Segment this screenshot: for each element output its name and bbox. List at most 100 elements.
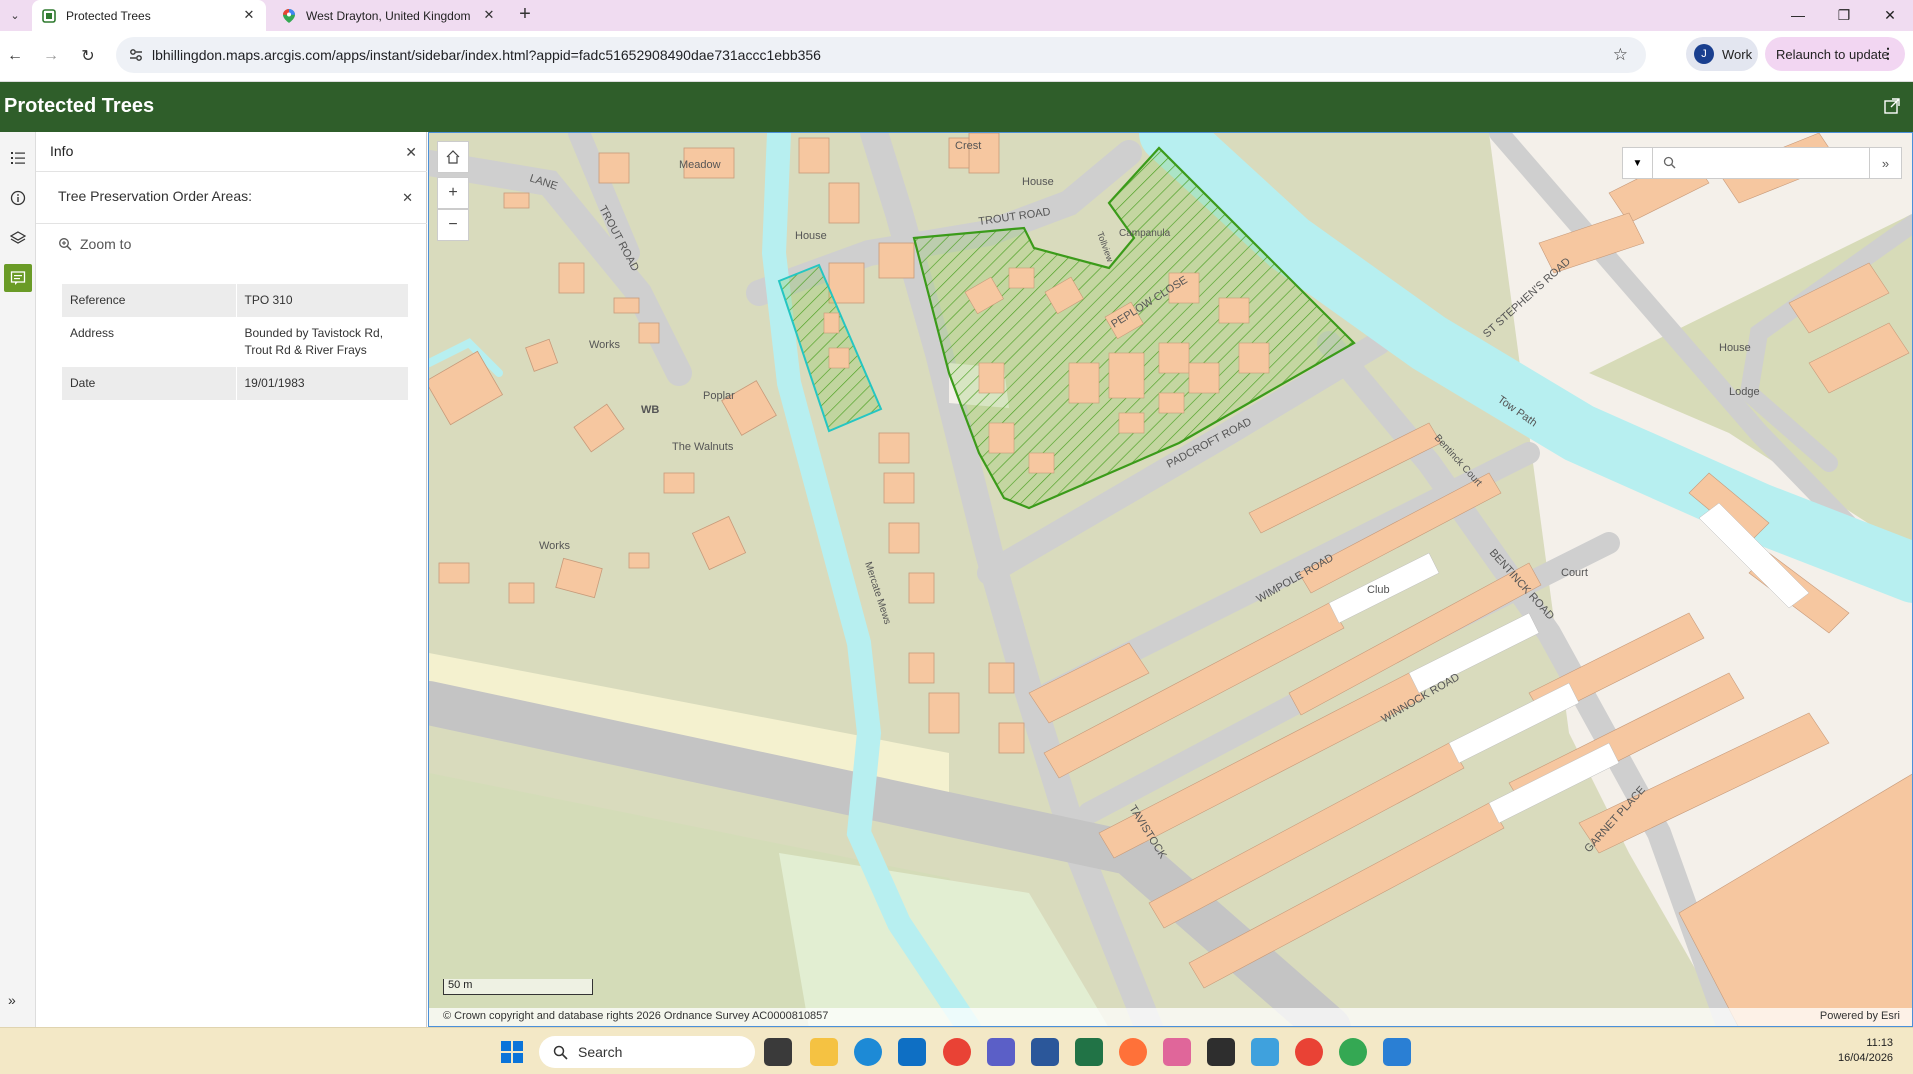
home-button[interactable]	[437, 141, 469, 173]
new-tab-button[interactable]: +	[514, 4, 536, 26]
chevron-down-icon: ▼	[1632, 157, 1643, 169]
legend-button[interactable]	[4, 144, 32, 172]
word-icon[interactable]	[1031, 1038, 1059, 1066]
search-submit-button[interactable]: »	[1869, 148, 1901, 178]
feature-title: Tree Preservation Order Areas:	[58, 188, 253, 204]
map-label: Works	[589, 339, 620, 351]
chrome-icon[interactable]	[943, 1038, 971, 1066]
arcgis-page-icon	[42, 8, 56, 23]
snipping-tool-icon[interactable]	[1163, 1038, 1191, 1066]
map-label: Crest	[955, 140, 981, 152]
system-clock[interactable]: 11:13 16/04/2026	[1838, 1036, 1893, 1066]
close-feature-icon[interactable]: ✕	[402, 190, 413, 206]
zoom-to-icon	[59, 238, 72, 251]
powered-by-link[interactable]: Powered by Esri	[1820, 1010, 1900, 1022]
restore-icon[interactable]: ❐	[1821, 0, 1867, 30]
bookmark-star-icon[interactable]: ☆	[1613, 45, 1628, 65]
search-input[interactable]	[1681, 152, 1856, 174]
attribute-key: Date	[62, 367, 237, 400]
back-icon[interactable]: ←	[2, 43, 28, 69]
profile-label: Work	[1722, 46, 1753, 62]
outlook-icon[interactable]	[898, 1038, 926, 1066]
map-label: Lodge	[1729, 386, 1760, 398]
browser-toolbar: ← → ↻ lbhillingdon.maps.arcgis.com/apps/…	[0, 31, 1913, 82]
teams-icon[interactable]	[987, 1038, 1015, 1066]
attribute-table: Reference TPO 310 Address Bounded by Tav…	[62, 284, 408, 400]
share-icon[interactable]	[1883, 97, 1901, 115]
table-row: Reference TPO 310	[62, 284, 408, 317]
tab-title: West Drayton, United Kingdom	[306, 8, 471, 23]
avatar: J	[1694, 44, 1714, 64]
taskbar-search[interactable]: Search	[539, 1036, 755, 1068]
browser-menu-icon[interactable]: ⋮	[1881, 45, 1895, 62]
basemap[interactable]: LANE TROUT ROAD TROUT ROAD Meadow Crest …	[429, 133, 1913, 1027]
windows-start-icon[interactable]	[500, 1040, 524, 1064]
profile-button[interactable]: J Work	[1686, 37, 1758, 71]
tab-west-drayton[interactable]: West Drayton, United Kingdom ✕	[272, 0, 506, 31]
scale-bar: 50 m	[443, 979, 593, 995]
firefox-icon[interactable]	[1119, 1038, 1147, 1066]
map-label: House	[1022, 176, 1054, 188]
map-label: Campanula	[1119, 228, 1171, 239]
task-view-icon[interactable]	[764, 1038, 792, 1066]
clock-date: 16/04/2026	[1838, 1052, 1894, 1064]
forward-icon[interactable]: →	[38, 43, 64, 69]
minimize-icon[interactable]: —	[1775, 0, 1821, 30]
info-popup-button[interactable]	[4, 264, 32, 292]
copyright-text: © Crown copyright and database rights 20…	[443, 1010, 829, 1022]
panel-title: Info	[50, 143, 74, 159]
map-label: The Walnuts	[672, 441, 734, 453]
legend-icon	[11, 152, 25, 164]
relaunch-label: Relaunch to update	[1776, 46, 1889, 62]
home-icon	[446, 150, 460, 164]
search-icon	[1663, 156, 1676, 169]
file-explorer-icon[interactable]	[810, 1038, 838, 1066]
side-rail: »	[0, 132, 36, 1027]
map-attribution: © Crown copyright and database rights 20…	[429, 1008, 1912, 1026]
expand-icon[interactable]: »	[8, 992, 16, 1008]
map-label: WB	[641, 404, 659, 416]
table-row: Address Bounded by Tavistock Rd, Trout R…	[62, 317, 408, 367]
layers-icon	[10, 231, 26, 244]
zoom-to-button[interactable]: Zoom to	[58, 236, 131, 252]
tab-search-chevron-icon[interactable]: ⌄	[4, 4, 26, 26]
map-label: Meadow	[679, 159, 721, 171]
chrome-icon[interactable]	[1295, 1038, 1323, 1066]
close-panel-icon[interactable]: ✕	[405, 144, 417, 161]
map-view[interactable]: LANE TROUT ROAD TROUT ROAD Meadow Crest …	[428, 132, 1913, 1027]
tab-title: Protected Trees	[66, 8, 151, 23]
address-bar[interactable]: lbhillingdon.maps.arcgis.com/apps/instan…	[116, 37, 1646, 73]
info-panel: Info ✕ Tree Preservation Order Areas: ✕ …	[36, 132, 427, 1027]
map-label: Court	[1561, 567, 1588, 579]
zoom-to-label: Zoom to	[80, 236, 132, 252]
excel-icon[interactable]	[1075, 1038, 1103, 1066]
close-tab-icon[interactable]: ✕	[482, 8, 496, 22]
app-icon[interactable]	[1383, 1038, 1411, 1066]
map-label: House	[795, 230, 827, 242]
attribute-key: Address	[62, 317, 237, 367]
double-chevron-right-icon: »	[1881, 155, 1890, 171]
close-tab-icon[interactable]: ✕	[242, 8, 256, 22]
site-info-icon[interactable]	[128, 47, 144, 63]
sticky-notes-icon[interactable]	[1207, 1038, 1235, 1066]
zoom-out-button[interactable]: −	[437, 209, 469, 241]
map-label: Poplar	[703, 390, 735, 402]
reload-icon[interactable]: ↻	[75, 43, 101, 69]
search-icon	[553, 1045, 568, 1060]
plus-icon: +	[448, 184, 458, 201]
close-window-icon[interactable]: ✕	[1867, 0, 1913, 30]
chrome-work-icon[interactable]	[1339, 1038, 1367, 1066]
layers-button[interactable]	[4, 224, 32, 252]
zoom-in-button[interactable]: +	[437, 177, 469, 209]
table-row: Date 19/01/1983	[62, 367, 408, 400]
photos-icon[interactable]	[1251, 1038, 1279, 1066]
search-source-dropdown[interactable]: ▼	[1623, 148, 1653, 178]
tab-protected-trees[interactable]: Protected Trees ✕	[32, 0, 266, 31]
url-text: lbhillingdon.maps.arcgis.com/apps/instan…	[152, 47, 821, 63]
map-search[interactable]: ▼ »	[1622, 147, 1902, 179]
edge-icon[interactable]	[854, 1038, 882, 1066]
about-button[interactable]	[4, 184, 32, 212]
map-label: Works	[539, 540, 570, 552]
relaunch-button[interactable]: Relaunch to update ⋮	[1765, 37, 1905, 71]
map-label: House	[1719, 342, 1751, 354]
